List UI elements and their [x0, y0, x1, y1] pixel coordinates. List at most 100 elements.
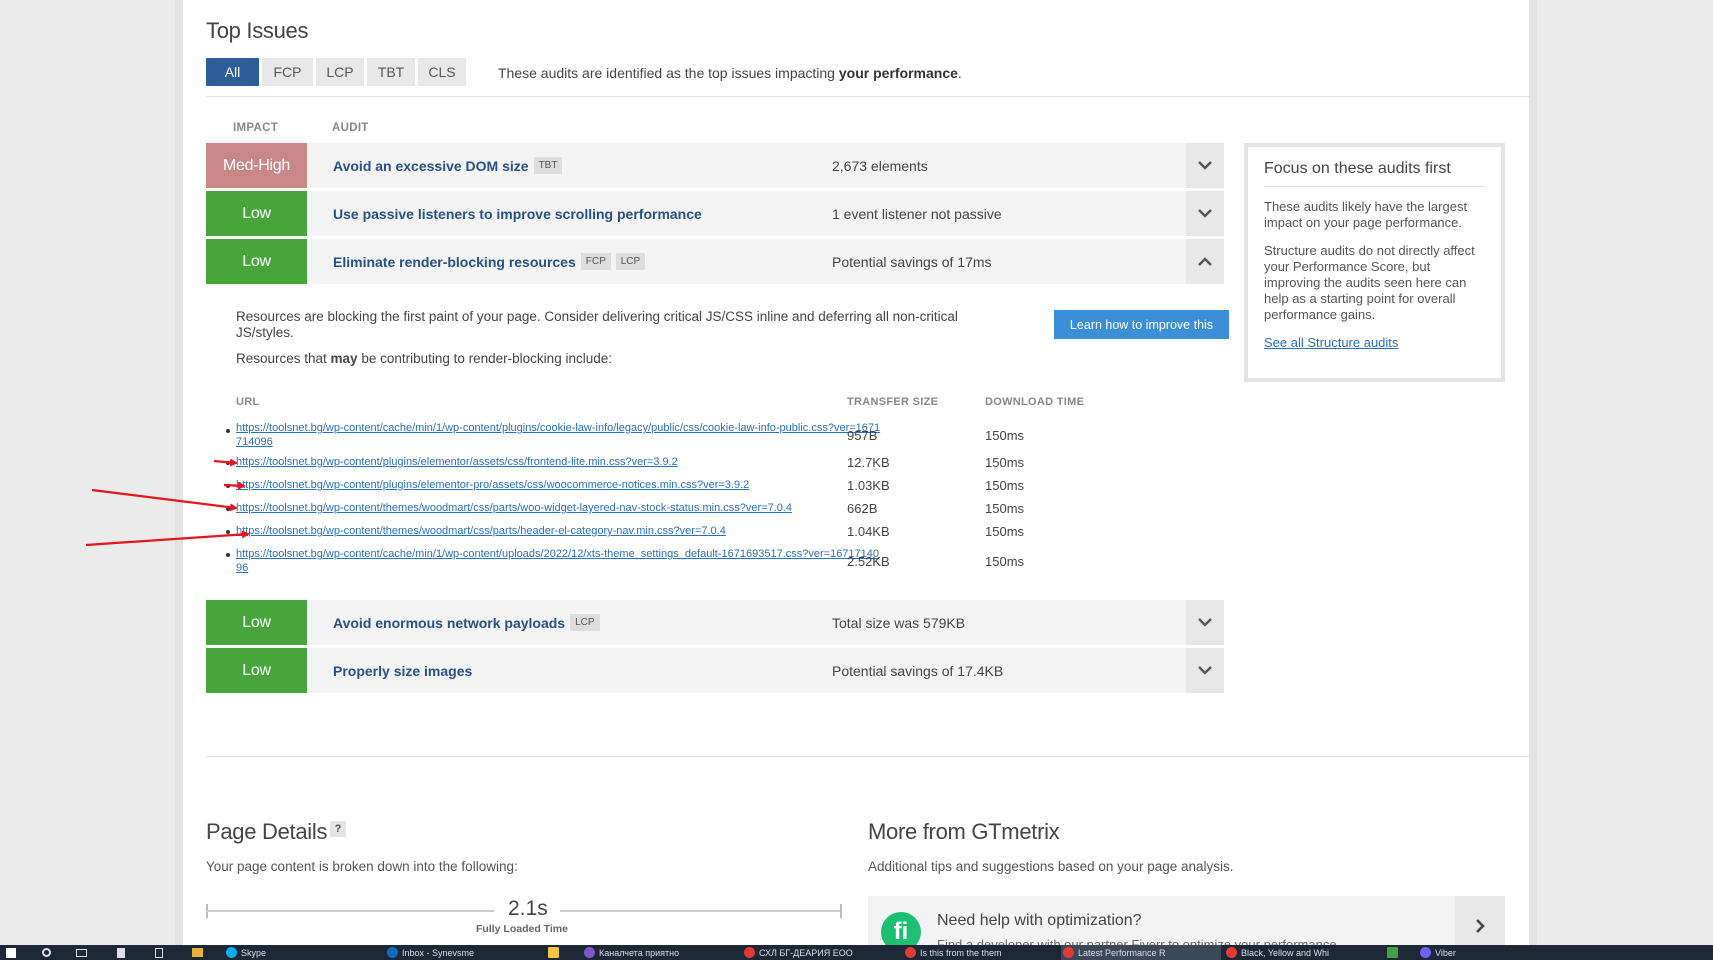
transfer-size: 1.03KB [847, 478, 890, 493]
metric-tag: FCP [580, 253, 611, 270]
filter-tabs: All FCP LCP TBT CLS [206, 58, 466, 86]
audit-row-render-blocking[interactable]: Low Eliminate render-blocking resources … [206, 239, 1224, 284]
audit-meta: Potential savings of 17.4KB [832, 662, 1004, 679]
taskbar-app-chrome-2[interactable]: Is this from the them [903, 945, 1053, 960]
chrome-icon [744, 947, 755, 958]
chevron-down-icon [1198, 161, 1212, 170]
outlook-icon [387, 947, 398, 958]
chrome-icon [1063, 947, 1074, 958]
taskbar-app-explorer[interactable] [546, 945, 568, 960]
audit-title[interactable]: Eliminate render-blocking resources FCP … [333, 253, 646, 270]
collapse-toggle[interactable] [1186, 239, 1224, 284]
viber-icon [1420, 947, 1431, 958]
list-intro: Resources that may be contributing to re… [236, 351, 612, 366]
timeline-line [560, 910, 842, 912]
metric-tag: LCP [570, 614, 600, 631]
audit-row-size-images[interactable]: Low Properly size images Potential savin… [206, 648, 1224, 693]
top-issues-title: Top Issues [206, 18, 309, 43]
audit-title[interactable]: Avoid an excessive DOM size TBT [333, 157, 563, 174]
fiverr-logo-icon: fi [881, 912, 921, 945]
url-header: URL [236, 396, 260, 408]
expand-toggle[interactable] [1186, 600, 1224, 645]
metric-tag: TBT [533, 157, 563, 174]
audit-meta: 2,673 elements [832, 157, 928, 174]
resource-link[interactable]: https://toolsnet.bg/wp-content/themes/wo… [236, 524, 881, 538]
folder-icon[interactable] [190, 945, 204, 960]
taskbar-app-chrome-3[interactable]: Latest Performance R [1061, 945, 1221, 960]
impact-column-header: IMPACT [233, 122, 279, 134]
tab-lcp[interactable]: LCP [316, 58, 364, 86]
impact-badge: Med-High [206, 143, 307, 188]
download-time: 150ms [985, 524, 1025, 539]
taskbar-app-skype[interactable]: Skype [224, 945, 334, 960]
see-structure-audits-link[interactable]: See all Structure audits [1264, 335, 1485, 350]
tab-cls[interactable]: CLS [418, 58, 466, 86]
chevron-down-icon [1198, 618, 1212, 627]
search-icon[interactable] [40, 945, 54, 960]
taskbar-app-outlook[interactable]: Inbox - Synevsme [385, 945, 535, 960]
bullet [226, 461, 230, 465]
report-page: Top Issues All FCP LCP TBT CLS These aud… [183, 0, 1529, 945]
file-icon[interactable] [115, 945, 129, 960]
fiverr-card-title: Need help with optimization? [937, 912, 1142, 929]
audit-title[interactable]: Use passive listeners to improve scrolli… [333, 206, 702, 222]
resource-link[interactable]: https://toolsnet.bg/wp-content/plugins/e… [236, 455, 881, 469]
chrome-icon [1226, 947, 1237, 958]
chevron-right-icon[interactable] [1455, 896, 1505, 945]
page-details-subtitle: Your page content is broken down into th… [206, 859, 518, 874]
fiverr-card[interactable]: fi Need help with optimization? Find a d… [868, 896, 1505, 945]
taskbar-app-chrome-4[interactable]: Black, Yellow and Whi [1224, 945, 1374, 960]
focus-box-title: Focus on these audits first [1264, 160, 1485, 187]
sheets-icon [1387, 947, 1398, 958]
impact-badge: Low [206, 600, 307, 645]
expand-toggle[interactable] [1186, 143, 1224, 188]
audit-row-network-payloads[interactable]: Low Avoid enormous network payloads LCP … [206, 600, 1224, 645]
impact-badge: Low [206, 191, 307, 236]
transfer-size: 662B [847, 501, 878, 516]
filter-description: These audits are identified as the top i… [498, 65, 962, 81]
help-icon[interactable]: ? [330, 821, 346, 837]
divider [206, 96, 1529, 97]
chrome-icon [905, 947, 916, 958]
divider [206, 756, 1529, 757]
expand-toggle[interactable] [1186, 648, 1224, 693]
audit-title[interactable]: Avoid enormous network payloads LCP [333, 614, 600, 631]
page-details-title: Page Details [206, 819, 328, 844]
tab-all[interactable]: All [206, 58, 259, 86]
transfer-size: 957B [847, 428, 878, 443]
focus-audits-box: Focus on these audits first These audits… [1244, 143, 1505, 382]
expand-toggle[interactable] [1186, 191, 1224, 236]
calculator-icon[interactable] [153, 945, 167, 960]
resource-link[interactable]: https://toolsnet.bg/wp-content/cache/min… [236, 547, 881, 575]
taskbar-app-sheets[interactable] [1385, 945, 1407, 960]
fiverr-card-subtitle: Find a developer with our partner Fiverr… [937, 937, 1337, 945]
start-icon[interactable] [4, 945, 18, 960]
fully-loaded-label: Fully Loaded Time [476, 923, 568, 935]
audit-row-dom-size[interactable]: Med-High Avoid an excessive DOM size TBT… [206, 143, 1224, 188]
taskbar-app-viber[interactable]: Viber [1418, 945, 1498, 960]
download-time: 150ms [985, 501, 1025, 516]
transfer-size: 12.7KB [847, 455, 890, 470]
more-from-subtitle: Additional tips and suggestions based on… [868, 859, 1234, 874]
task-view-icon[interactable] [74, 945, 90, 960]
timeline-cap [840, 904, 842, 918]
taskbar-app-chrome-1[interactable]: СХЛ БГ-ДЕАРИЯ ЕОО [742, 945, 892, 960]
tab-tbt[interactable]: TBT [367, 58, 415, 86]
resource-link[interactable]: https://toolsnet.bg/wp-content/themes/wo… [236, 501, 881, 515]
audit-row-passive-listeners[interactable]: Low Use passive listeners to improve scr… [206, 191, 1224, 236]
audit-title[interactable]: Properly size images [333, 663, 472, 679]
focus-box-text: These audits likely have the largest imp… [1264, 199, 1468, 230]
taskbar-app-1[interactable]: Каналчета приятно [582, 945, 732, 960]
resource-link[interactable]: https://toolsnet.bg/wp-content/plugins/e… [236, 478, 881, 492]
bullet [226, 484, 230, 488]
resource-link[interactable]: https://toolsnet.bg/wp-content/cache/min… [236, 421, 881, 449]
bullet [226, 530, 230, 534]
skype-icon [226, 947, 237, 958]
tab-fcp[interactable]: FCP [262, 58, 313, 86]
impact-badge: Low [206, 239, 307, 284]
folder-icon [548, 947, 559, 958]
audit-meta: 1 event listener not passive [832, 205, 1002, 222]
audit-meta: Total size was 579KB [832, 614, 966, 631]
taskbar: Skype Inbox - Synevsme Каналчета приятно… [0, 945, 1713, 960]
learn-how-button[interactable]: Learn how to improve this [1054, 310, 1229, 339]
